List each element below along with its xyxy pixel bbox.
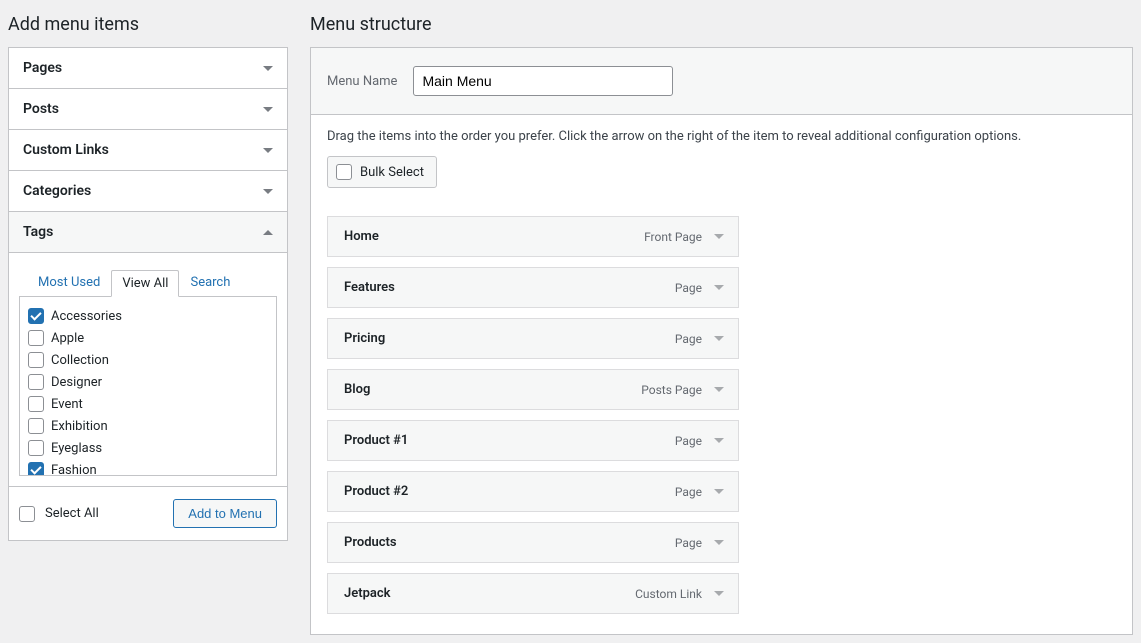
chevron-down-icon <box>263 189 273 194</box>
tag-item-event[interactable]: Event <box>22 393 270 415</box>
menu-structure-heading: Menu structure <box>310 14 1133 35</box>
panel-posts-title: Posts <box>23 101 59 117</box>
tag-label: Collection <box>51 353 109 368</box>
menu-item-type: Page <box>675 332 702 346</box>
menu-item-title: Blog <box>344 382 641 397</box>
tab-search[interactable]: Search <box>179 269 241 296</box>
menu-item-title: Product #2 <box>344 484 675 499</box>
meta-box-container: Pages Posts Custom Links Categories Tags <box>8 47 288 541</box>
tag-item-accessories[interactable]: Accessories <box>22 305 270 327</box>
menu-item-product-2[interactable]: Product #2 Page <box>327 471 739 512</box>
tag-label: Accessories <box>51 309 122 324</box>
panel-tags-title: Tags <box>23 224 53 240</box>
tag-label: Fashion <box>51 463 97 477</box>
menu-instructions: Drag the items into the order you prefer… <box>327 129 1116 144</box>
menu-item-type: Posts Page <box>641 383 702 397</box>
tag-label: Designer <box>51 375 102 390</box>
tag-item-apple[interactable]: Apple <box>22 327 270 349</box>
checkbox-icon[interactable] <box>19 506 35 522</box>
panel-custom-links-title: Custom Links <box>23 142 109 158</box>
panel-pages-title: Pages <box>23 60 62 76</box>
menu-item-home[interactable]: Home Front Page <box>327 216 739 257</box>
select-all-label: Select All <box>45 506 99 521</box>
menu-item-pricing[interactable]: Pricing Page <box>327 318 739 359</box>
tag-label: Exhibition <box>51 419 108 434</box>
panel-posts[interactable]: Posts <box>9 89 287 130</box>
menu-item-features[interactable]: Features Page <box>327 267 739 308</box>
add-menu-items-heading: Add menu items <box>8 14 288 35</box>
menu-edit-box: Menu Name Drag the items into the order … <box>310 47 1133 635</box>
checkbox-icon[interactable] <box>336 164 352 180</box>
menu-item-type: Page <box>675 281 702 295</box>
checkbox-icon[interactable] <box>28 330 44 346</box>
menu-item-title: Home <box>344 229 644 244</box>
tag-label: Eyeglass <box>51 441 102 456</box>
tag-item-exhibition[interactable]: Exhibition <box>22 415 270 437</box>
menu-item-title: Pricing <box>344 331 675 346</box>
chevron-up-icon <box>263 230 273 235</box>
checkbox-icon[interactable] <box>28 352 44 368</box>
panel-tags[interactable]: Tags <box>9 212 287 253</box>
add-to-menu-button[interactable]: Add to Menu <box>173 499 277 528</box>
menu-item-type: Front Page <box>644 230 702 244</box>
checkbox-icon[interactable] <box>28 462 44 476</box>
panel-custom-links[interactable]: Custom Links <box>9 130 287 171</box>
tag-list[interactable]: Accessories Apple Collection Designer <box>19 296 277 476</box>
tag-item-designer[interactable]: Designer <box>22 371 270 393</box>
tag-item-eyeglass[interactable]: Eyeglass <box>22 437 270 459</box>
chevron-down-icon[interactable] <box>714 234 724 239</box>
tab-view-all[interactable]: View All <box>111 270 179 297</box>
chevron-down-icon[interactable] <box>714 387 724 392</box>
chevron-down-icon[interactable] <box>714 336 724 341</box>
menu-item-title: Features <box>344 280 675 295</box>
chevron-down-icon[interactable] <box>714 438 724 443</box>
menu-item-title: Products <box>344 535 675 550</box>
menu-item-type: Page <box>675 485 702 499</box>
menu-item-product-1[interactable]: Product #1 Page <box>327 420 739 461</box>
menu-item-title: Jetpack <box>344 586 635 601</box>
menu-item-type: Custom Link <box>635 587 702 601</box>
menu-item-type: Page <box>675 536 702 550</box>
chevron-down-icon <box>263 66 273 71</box>
chevron-down-icon <box>263 148 273 153</box>
checkbox-icon[interactable] <box>28 440 44 456</box>
checkbox-icon[interactable] <box>28 374 44 390</box>
menu-item-title: Product #1 <box>344 433 675 448</box>
tag-item-fashion[interactable]: Fashion <box>22 459 270 476</box>
menu-items-list: Home Front Page Features Page Pricing Pa… <box>327 216 739 614</box>
menu-item-blog[interactable]: Blog Posts Page <box>327 369 739 410</box>
menu-item-products[interactable]: Products Page <box>327 522 739 563</box>
select-all-toggle[interactable]: Select All <box>19 506 99 522</box>
bulk-select-toggle[interactable]: Bulk Select <box>327 156 437 188</box>
menu-item-type: Page <box>675 434 702 448</box>
checkbox-icon[interactable] <box>28 418 44 434</box>
tag-label: Event <box>51 397 83 412</box>
chevron-down-icon[interactable] <box>714 591 724 596</box>
menu-name-input[interactable] <box>413 66 673 96</box>
panel-categories[interactable]: Categories <box>9 171 287 212</box>
checkbox-icon[interactable] <box>28 308 44 324</box>
chevron-down-icon[interactable] <box>714 489 724 494</box>
tags-panel-body: Most Used View All Search Accessories Ap… <box>9 253 287 487</box>
panel-pages[interactable]: Pages <box>9 48 287 89</box>
menu-name-label: Menu Name <box>327 74 397 89</box>
bulk-select-label: Bulk Select <box>360 165 424 180</box>
chevron-down-icon[interactable] <box>714 540 724 545</box>
menu-item-jetpack[interactable]: Jetpack Custom Link <box>327 573 739 614</box>
tags-panel-footer: Select All Add to Menu <box>9 487 287 540</box>
panel-categories-title: Categories <box>23 183 91 199</box>
tag-item-collection[interactable]: Collection <box>22 349 270 371</box>
chevron-down-icon[interactable] <box>714 285 724 290</box>
checkbox-icon[interactable] <box>28 396 44 412</box>
chevron-down-icon <box>263 107 273 112</box>
tag-label: Apple <box>51 331 84 346</box>
tab-most-used[interactable]: Most Used <box>27 269 111 296</box>
